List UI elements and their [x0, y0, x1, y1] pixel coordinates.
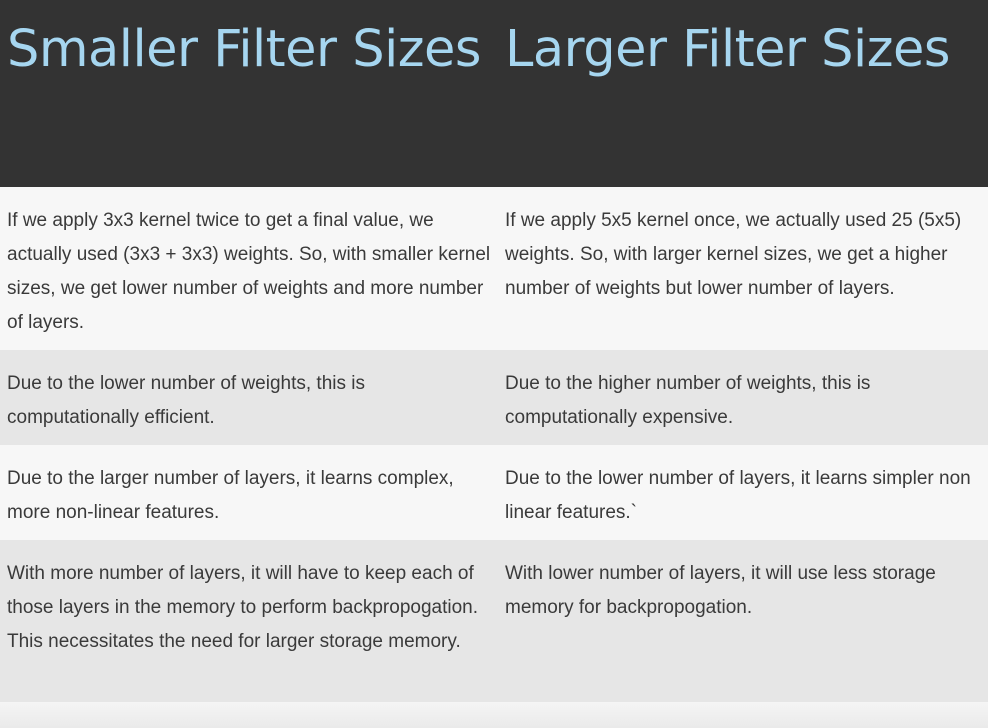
table-body: If we apply 3x3 kernel twice to get a fi… — [0, 187, 988, 702]
table-row: With more number of layers, it will have… — [0, 540, 988, 702]
cell-smaller-features: Due to the larger number of layers, it l… — [7, 468, 454, 523]
header-row: Smaller Filter Sizes Larger Filter Sizes — [0, 0, 988, 187]
table-header: Smaller Filter Sizes Larger Filter Sizes — [0, 0, 988, 187]
table-row: Due to the lower number of weights, this… — [0, 350, 988, 445]
header-smaller-filter-sizes: Smaller Filter Sizes — [7, 20, 481, 79]
cell-smaller-computation: Due to the lower number of weights, this… — [7, 373, 366, 428]
cell-larger-memory: With lower number of layers, it will use… — [505, 563, 936, 618]
cell-smaller-weights: If we apply 3x3 kernel twice to get a fi… — [7, 210, 491, 333]
cell-larger-computation: Due to the higher number of weights, thi… — [505, 373, 871, 428]
footer-strip — [0, 702, 988, 728]
comparison-table: Smaller Filter Sizes Larger Filter Sizes… — [0, 0, 988, 702]
cell-larger-weights: If we apply 5x5 kernel once, we actually… — [505, 210, 962, 299]
table-row: Due to the larger number of layers, it l… — [0, 445, 988, 540]
cell-larger-features: Due to the lower number of layers, it le… — [505, 468, 971, 523]
header-larger-filter-sizes: Larger Filter Sizes — [505, 20, 950, 79]
table-row: If we apply 3x3 kernel twice to get a fi… — [0, 187, 988, 350]
cell-smaller-memory: With more number of layers, it will have… — [7, 563, 479, 652]
